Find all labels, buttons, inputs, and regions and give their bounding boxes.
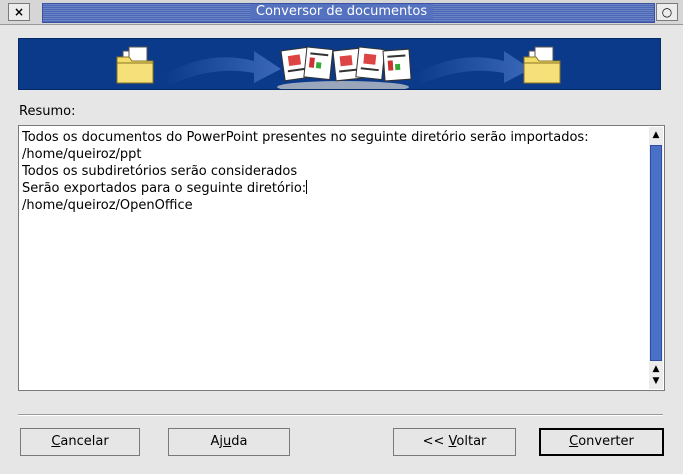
summary-label: Resumo:	[19, 104, 76, 119]
summary-line: Todos os documentos do PowerPoint presen…	[22, 130, 589, 145]
convert-button[interactable]: Converter	[539, 428, 664, 456]
scroll-down-icon[interactable]: ▼	[649, 375, 663, 387]
summary-line-with-caret: Serão exportados para o seguinte diretór…	[22, 180, 646, 197]
document-stack-icon	[277, 46, 412, 89]
help-button[interactable]: Ajuda	[168, 428, 290, 456]
arrow-right-icon	[414, 51, 531, 85]
summary-line: /home/queiroz/ppt	[22, 147, 142, 162]
scroll-up-icon[interactable]: ▲	[649, 129, 663, 141]
back-button[interactable]: << Voltar	[393, 428, 516, 456]
target-folder-icon	[523, 46, 561, 84]
close-icon: ×	[13, 5, 25, 19]
summary-line: Serão exportados para o seguinte diretór…	[22, 181, 307, 196]
scroll-up-icon[interactable]: ▲	[649, 363, 663, 375]
scroll-thumb[interactable]	[650, 145, 662, 361]
text-caret	[306, 180, 308, 194]
maximize-button[interactable]: ○	[656, 3, 678, 21]
banner-graphic	[116, 46, 561, 89]
source-folder-icon	[116, 46, 154, 84]
close-button[interactable]: ×	[8, 3, 30, 21]
vertical-scrollbar[interactable]: ▲ ▲ ▼	[649, 127, 663, 389]
window-title: Conversor de documentos	[249, 4, 434, 19]
separator	[18, 414, 663, 416]
wizard-banner	[18, 38, 661, 90]
arrow-right-icon	[164, 51, 281, 85]
title-bar: Conversor de documentos × ○	[0, 0, 683, 25]
summary-textarea[interactable]: Todos os documentos do PowerPoint presen…	[18, 125, 665, 391]
maximize-icon: ○	[661, 5, 673, 19]
summary-line: /home/queiroz/OpenOffice	[22, 198, 193, 213]
cancel-button[interactable]: Cancelar	[20, 428, 140, 456]
summary-line: Todos os subdiretórios serão considerado…	[22, 164, 298, 179]
